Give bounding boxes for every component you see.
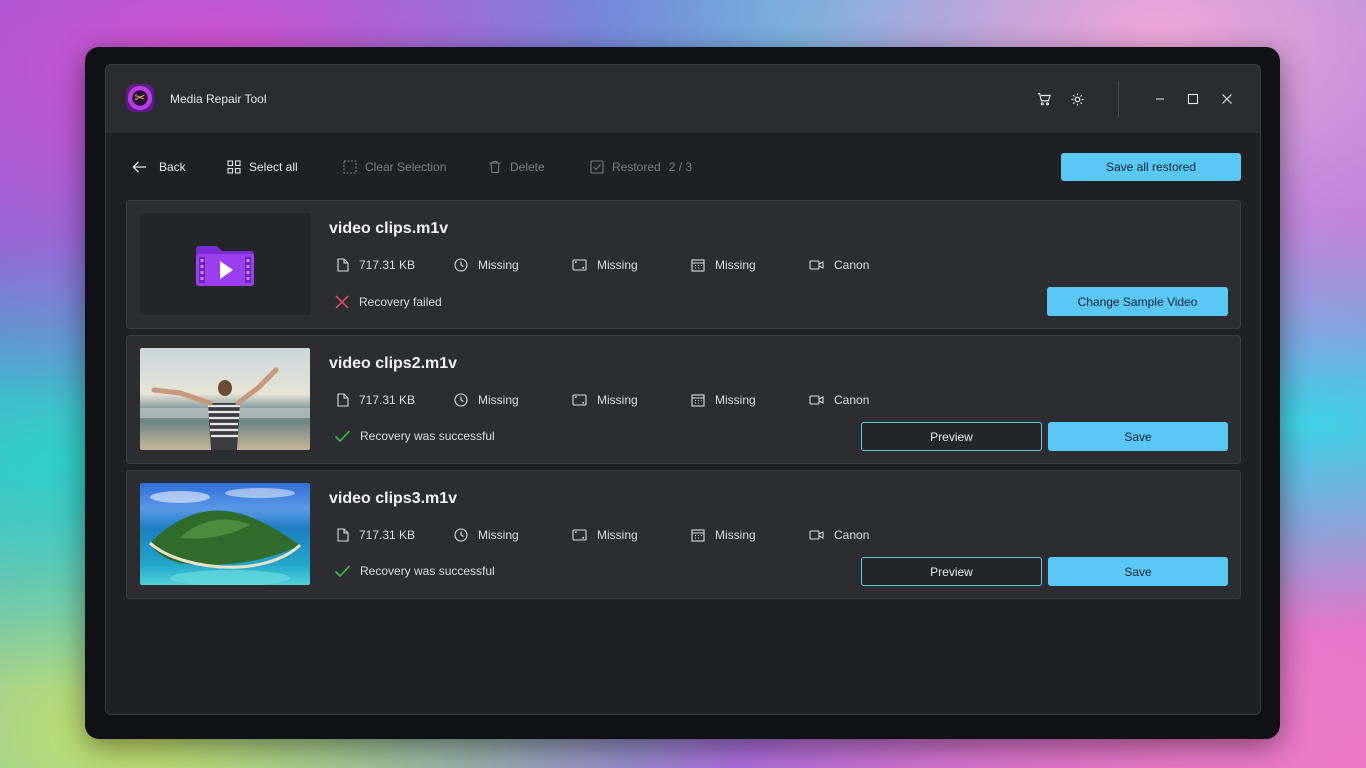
maximize-icon[interactable]: [1183, 89, 1203, 109]
clear-selection-icon: [343, 160, 357, 174]
date-value: Missing: [715, 528, 756, 542]
clear-selection-label: Clear Selection: [365, 160, 447, 174]
resolution-icon: [572, 259, 587, 271]
file-size: 717.31 KB: [337, 393, 415, 407]
status-text: Recovery was successful: [360, 564, 495, 578]
minimize-icon[interactable]: [1150, 89, 1170, 109]
duration-value: Missing: [478, 528, 519, 542]
file-name: video clips.m1v: [329, 220, 449, 237]
resolution-icon: [572, 529, 587, 541]
file-duration: Missing: [454, 528, 519, 542]
resolution-value: Missing: [597, 258, 638, 272]
back-label: Back: [159, 160, 186, 174]
video-folder-icon: [196, 246, 254, 286]
restored-count: 2 / 3: [668, 160, 693, 174]
file-camera: Canon: [809, 393, 869, 407]
date-value: Missing: [715, 393, 756, 407]
file-date: Missing: [691, 528, 756, 542]
recovery-status: Recovery failed: [334, 294, 442, 310]
checkmark-icon: [334, 565, 351, 578]
file-size: 717.31 KB: [337, 528, 415, 542]
trash-icon: [489, 160, 501, 174]
file-size-value: 717.31 KB: [359, 528, 416, 542]
file-resolution: Missing: [572, 528, 638, 542]
file-icon: [337, 528, 349, 542]
video-thumbnail: [140, 348, 310, 450]
save-all-restored-button[interactable]: Save all restored: [1061, 153, 1241, 181]
file-date: Missing: [691, 393, 756, 407]
video-camera-icon: [809, 260, 824, 270]
file-duration: Missing: [454, 258, 519, 272]
preview-button[interactable]: Preview: [861, 557, 1042, 586]
video-camera-icon: [809, 395, 824, 405]
select-all-button[interactable]: Select all: [227, 157, 298, 177]
file-date: Missing: [691, 258, 756, 272]
title-bar: ✂ Media Repair Tool: [106, 65, 1260, 133]
video-thumbnail: [140, 213, 310, 315]
resolution-value: Missing: [597, 528, 638, 542]
resolution-icon: [572, 394, 587, 406]
file-card[interactable]: video clips2.m1v 717.31 KB Missing Missi…: [126, 335, 1241, 464]
file-icon: [337, 393, 349, 407]
select-all-label: Select all: [249, 160, 298, 174]
file-size: 717.31 KB: [337, 258, 415, 272]
checkmark-icon: [334, 430, 351, 443]
recovery-status: Recovery was successful: [334, 429, 495, 443]
x-mark-icon: [335, 295, 349, 309]
delete-button[interactable]: Delete: [488, 157, 545, 177]
save-button[interactable]: Save: [1048, 422, 1228, 451]
calendar-icon: [691, 394, 705, 407]
duration-value: Missing: [478, 393, 519, 407]
select-all-icon: [227, 160, 241, 174]
file-camera: Canon: [809, 528, 869, 542]
file-card[interactable]: video clips3.m1v 717.31 KB Missing Missi…: [126, 470, 1241, 599]
restored-filter[interactable]: Restored 2 / 3: [590, 157, 692, 177]
camera-value: Canon: [834, 528, 870, 542]
delete-label: Delete: [510, 160, 545, 174]
clear-selection-button[interactable]: Clear Selection: [343, 157, 446, 177]
settings-gear-icon[interactable]: [1067, 89, 1087, 109]
file-size-value: 717.31 KB: [359, 258, 416, 272]
calendar-icon: [691, 529, 705, 542]
recovery-status: Recovery was successful: [334, 564, 495, 578]
app-logo-icon: ✂: [126, 84, 154, 112]
back-button[interactable]: Back: [132, 157, 186, 177]
clock-icon: [454, 528, 468, 542]
app-title: Media Repair Tool: [170, 92, 267, 106]
camera-value: Canon: [834, 393, 870, 407]
file-camera: Canon: [809, 258, 869, 272]
clock-icon: [454, 393, 468, 407]
file-name: video clips3.m1v: [329, 490, 458, 507]
file-duration: Missing: [454, 393, 519, 407]
file-size-value: 717.31 KB: [359, 393, 416, 407]
file-resolution: Missing: [572, 393, 638, 407]
file-resolution: Missing: [572, 258, 638, 272]
resolution-value: Missing: [597, 393, 638, 407]
calendar-icon: [691, 259, 705, 272]
app-window: ✂ Media Repair Tool Back Select all Clea…: [105, 64, 1261, 715]
status-text: Recovery was successful: [360, 429, 495, 443]
status-text: Recovery failed: [359, 295, 442, 309]
duration-value: Missing: [478, 258, 519, 272]
main-content: Back Select all Clear Selection Delete R…: [106, 133, 1260, 714]
camera-value: Canon: [834, 258, 870, 272]
title-divider: [1118, 81, 1119, 117]
change-sample-video-button[interactable]: Change Sample Video: [1047, 287, 1228, 316]
clock-icon: [454, 258, 468, 272]
cart-icon[interactable]: [1034, 89, 1054, 109]
back-arrow-icon: [132, 161, 147, 173]
save-button[interactable]: Save: [1048, 557, 1228, 586]
date-value: Missing: [715, 258, 756, 272]
file-icon: [337, 258, 349, 272]
preview-button[interactable]: Preview: [861, 422, 1042, 451]
checkbox-icon: [590, 160, 604, 174]
file-name: video clips2.m1v: [329, 355, 458, 372]
video-camera-icon: [809, 530, 824, 540]
video-thumbnail: [140, 483, 310, 585]
close-icon[interactable]: [1217, 89, 1237, 109]
restored-label: Restored: [612, 160, 661, 174]
file-card[interactable]: video clips.m1v 717.31 KB Missing Missin…: [126, 200, 1241, 329]
